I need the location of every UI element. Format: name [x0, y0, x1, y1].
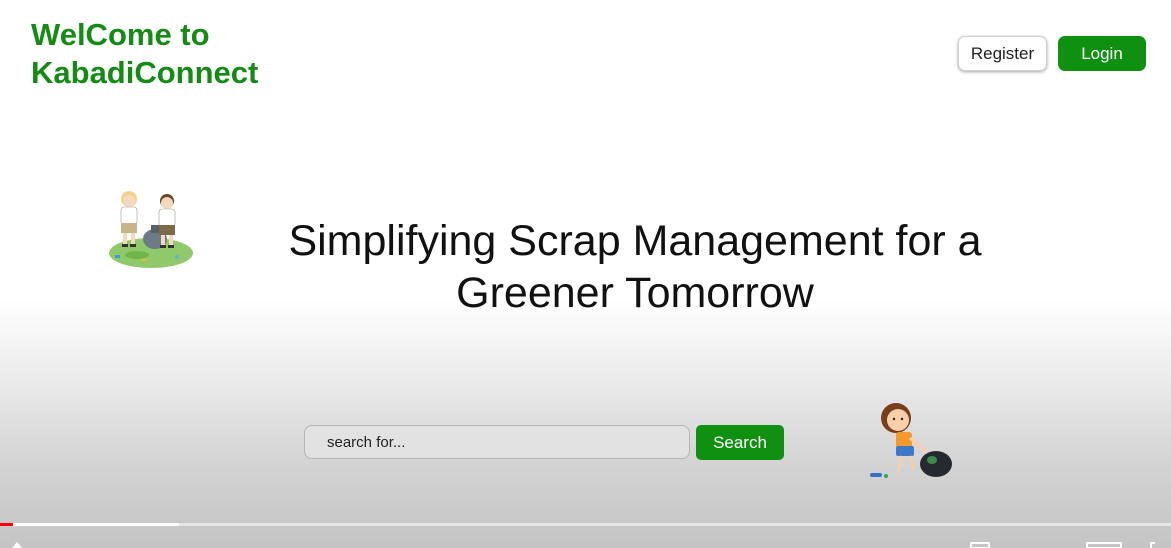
video-progress-bar[interactable] [0, 523, 1171, 526]
fullscreen-icon[interactable] [1150, 542, 1160, 548]
girl-collecting-trash-illustration [870, 403, 952, 478]
header-nav: Register Login [958, 36, 1146, 71]
search-input[interactable] [304, 425, 690, 459]
kids-recycling-illustration [109, 191, 193, 268]
play-icon[interactable] [12, 542, 22, 548]
video-controls-strip [0, 530, 1171, 548]
brand-title: WelCome to KabadiConnect [31, 16, 331, 92]
subtitles-icon[interactable] [970, 542, 990, 548]
hero-headline: Simplifying Scrap Management for a Green… [288, 217, 982, 317]
register-button[interactable]: Register [958, 36, 1047, 71]
login-button[interactable]: Login [1058, 36, 1146, 71]
brand-line-1: WelCome to [31, 17, 210, 52]
brand-line-2: KabadiConnect [31, 55, 259, 90]
video-played-bar [0, 523, 13, 526]
video-buffer-bar [0, 523, 180, 526]
theater-mode-icon[interactable] [1086, 542, 1122, 548]
search-button[interactable]: Search [696, 425, 784, 460]
